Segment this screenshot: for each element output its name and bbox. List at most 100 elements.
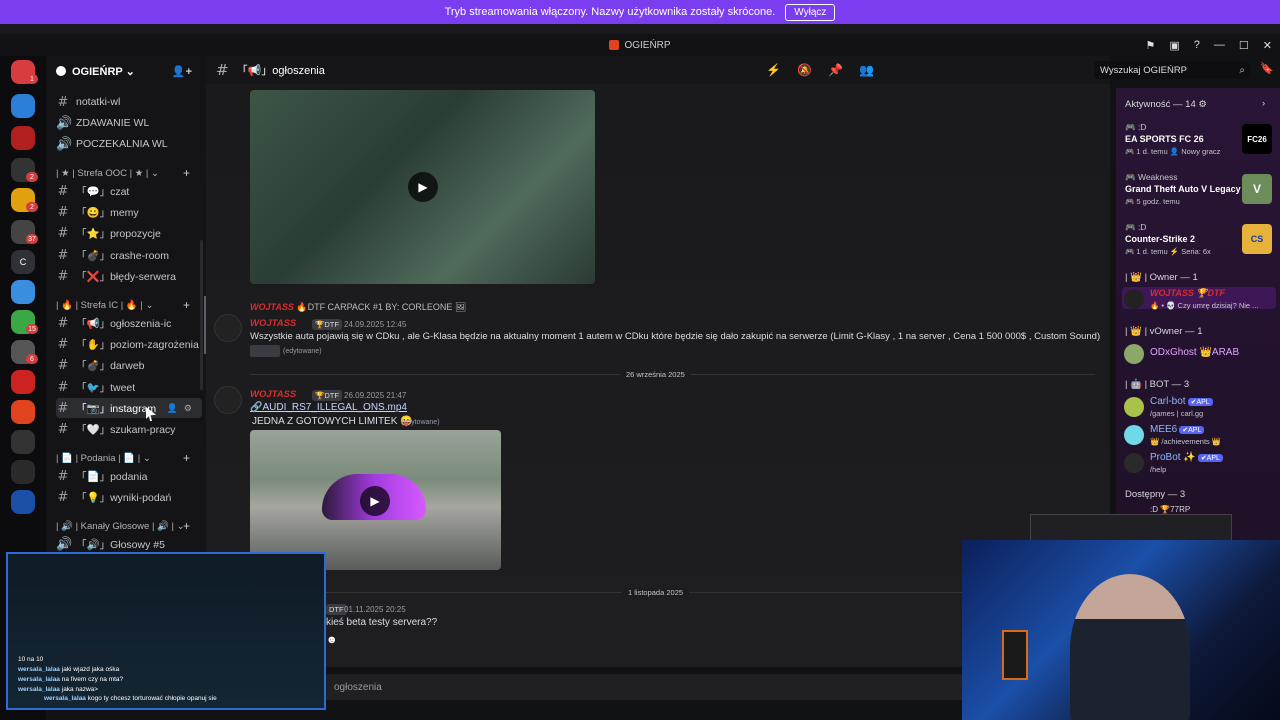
- channel-darweb[interactable]: # 「💣」darweb: [56, 355, 202, 375]
- search-input[interactable]: Wyszukaj OGIEŃRP ⌕: [1094, 61, 1250, 79]
- member-vowner[interactable]: ODxGhost 👑ARAB: [1122, 342, 1276, 364]
- role-tag: 🏆DTF: [312, 390, 342, 401]
- category-label: | ★ | Strefa OOC | ★ | ⌄: [56, 167, 159, 179]
- invite-icon[interactable]: 👤: [167, 403, 178, 414]
- channel-czat[interactable]: # 「💬」czat: [56, 181, 202, 201]
- channel-label: 「💡」wyniki-podań: [76, 491, 172, 504]
- add-channel-icon[interactable]: +: [183, 298, 190, 312]
- guild-header[interactable]: OGIEŃRP ⌄ 👤+: [46, 56, 206, 86]
- channel-glosowy-5[interactable]: 🔊 「🔊」Głosowy #5: [56, 534, 202, 554]
- hash-icon: #: [57, 268, 69, 284]
- video-attachment[interactable]: ▶: [250, 430, 501, 570]
- video-attachment[interactable]: ▶: [250, 90, 595, 284]
- member-bot[interactable]: ProBot ✨ ✔APL /help: [1122, 451, 1276, 474]
- invite-icon[interactable]: 👤+: [172, 65, 192, 78]
- threads-icon[interactable]: ⚡: [766, 63, 781, 77]
- member-owner[interactable]: WOJTASS 🏆DTF 🔥 • 💀 Czy umrę dzisiaj? Nie…: [1122, 287, 1276, 310]
- channel-crashe-room[interactable]: # 「💣」crashe-room: [56, 245, 202, 265]
- chevron-right-icon[interactable]: ›: [1262, 98, 1265, 109]
- hash-icon: #: [57, 183, 69, 199]
- members-icon[interactable]: 👥: [859, 63, 874, 77]
- avatar[interactable]: [214, 386, 242, 414]
- channel-propozycje[interactable]: # 「⭐」propozycje: [56, 223, 202, 243]
- channel-memy[interactable]: # 「😀」memy: [56, 202, 202, 222]
- avatar: [1124, 425, 1144, 445]
- channel-label: POCZEKALNIA WL: [76, 138, 168, 150]
- category-strefa-ic[interactable]: | 🔥 | Strefa IC | 🔥 | ⌄ +: [56, 297, 202, 313]
- server-badge: 15: [26, 324, 38, 334]
- channel-notatki-wl[interactable]: # notatki-wl: [56, 92, 202, 112]
- activity-card[interactable]: 🎮 :D Counter-Strike 2 🎮 1 d. temu ⚡ Seri…: [1122, 220, 1276, 264]
- message-text: JEDNA Z GOTOWYCH LIMITEK 😛: [252, 416, 413, 427]
- reply-text: 🔥DTF CARPACK #1 BY: CORLEONE 🖼: [296, 302, 467, 312]
- server-icon[interactable]: [11, 126, 35, 150]
- banner-text: Tryb streamowania włączony. Nazwy użytko…: [444, 6, 776, 18]
- member-bot[interactable]: MEE6 ✔APL 👑 /achievements 👑: [1122, 423, 1276, 446]
- server-icon[interactable]: [11, 400, 35, 424]
- mute-bell-icon[interactable]: 🔕: [797, 63, 812, 77]
- microphone-icon: [1002, 630, 1028, 680]
- member-name: ODxGhost 👑ARAB: [1150, 347, 1240, 358]
- channel-poziom-zagrozenia[interactable]: # 「✋」poziom-zagrożenia: [56, 334, 202, 354]
- channel-ogloszenia-ic[interactable]: # 「📢」ogłoszenia-ic: [56, 313, 202, 333]
- server-icon[interactable]: C: [11, 250, 35, 274]
- activity-card[interactable]: 🎮 :D EA SPORTS FC 26 🎮 1 d. temu 👤 Nowy …: [1122, 120, 1276, 164]
- member-bot[interactable]: Carl-bot ✔APL /games | carl.gg: [1122, 395, 1276, 418]
- channel-scrollbar[interactable]: [200, 240, 203, 390]
- pin-icon[interactable]: 📌: [828, 63, 843, 77]
- activity-card[interactable]: 🎮 Weakness Grand Theft Auto V Legacy 🎮 5…: [1122, 170, 1276, 214]
- server-badge: 2: [26, 172, 38, 182]
- server-badge: 1: [26, 74, 38, 84]
- play-icon[interactable]: ▶: [360, 486, 390, 516]
- hash-icon: #: [57, 421, 69, 437]
- channel-szukam-pracy[interactable]: # 「🤍」szukam-pracy: [56, 419, 202, 439]
- channel-wyniki-podan[interactable]: # 「💡」wyniki-podań: [56, 487, 202, 507]
- avatar[interactable]: [214, 314, 242, 342]
- hash-icon: #: [57, 489, 69, 505]
- inbox-icon[interactable]: ▣: [1169, 39, 1179, 52]
- add-channel-icon[interactable]: +: [183, 519, 190, 533]
- channel-poczekalnia-wl[interactable]: 🔊 POCZEKALNIA WL: [56, 134, 202, 154]
- server-icon[interactable]: [11, 460, 35, 484]
- avatar: [1124, 397, 1144, 417]
- file-attachment-link[interactable]: 🔗AUDI_RS7_ILLEGAL_ONS.mp4: [250, 402, 407, 413]
- channel-tweet[interactable]: # 「🐦」tweet: [56, 377, 202, 397]
- message-author[interactable]: WOJTASS: [250, 318, 296, 329]
- category-kanaly-glosowe[interactable]: | 🔊 | Kanały Głosowe | 🔊 | ⌄ +: [56, 518, 202, 534]
- activity-game: Counter-Strike 2: [1125, 234, 1196, 244]
- game-icon: V: [1242, 174, 1272, 204]
- close-button[interactable]: ✕: [1263, 39, 1272, 52]
- message-input-placeholder: ogłoszenia: [334, 681, 382, 693]
- chat-line: wersala_lalaa kogo ty chcesz torturować …: [44, 695, 217, 702]
- category-podania[interactable]: | 📄 | Podania | 📄 | ⌄ +: [56, 450, 202, 466]
- flag-icon[interactable]: ⚑: [1146, 39, 1156, 52]
- edited-label: (edytowane): [401, 419, 440, 426]
- minimize-button[interactable]: —: [1214, 39, 1225, 51]
- server-icon[interactable]: [11, 430, 35, 454]
- message-text: kieś beta testy servera??: [326, 617, 438, 628]
- reaction-icon[interactable]: ☻: [326, 634, 338, 646]
- add-channel-icon[interactable]: +: [183, 451, 190, 465]
- server-icon[interactable]: [11, 370, 35, 394]
- server-icon[interactable]: [11, 280, 35, 304]
- hash-icon: #: [57, 315, 69, 331]
- category-strefa-ooc[interactable]: | ★ | Strefa OOC | ★ | ⌄ +: [56, 165, 202, 181]
- help-icon[interactable]: ?: [1194, 39, 1200, 51]
- play-icon[interactable]: ▶: [408, 172, 438, 202]
- channel-podania[interactable]: # 「📄」podania: [56, 466, 202, 486]
- gear-icon[interactable]: ⚙: [184, 403, 192, 414]
- bookmark-icon[interactable]: 🔖: [1260, 62, 1274, 75]
- add-channel-icon[interactable]: +: [183, 166, 190, 180]
- channel-bledy-serwera[interactable]: # 「❌」błędy-serwera: [56, 266, 202, 286]
- category-label: | 🔥 | Strefa IC | 🔥 | ⌄: [56, 299, 154, 311]
- hash-icon: #: [57, 204, 69, 220]
- reply-preview[interactable]: WOJTASS 🔥DTF CARPACK #1 BY: CORLEONE 🖼: [250, 302, 466, 313]
- server-icon[interactable]: [11, 490, 35, 514]
- disable-streaming-button[interactable]: Wyłącz: [785, 3, 836, 21]
- channel-zdawanie-wl[interactable]: 🔊 ZDAWANIE WL: [56, 113, 202, 133]
- maximize-button[interactable]: ☐: [1239, 39, 1249, 52]
- server-icon[interactable]: [11, 94, 35, 118]
- message-author[interactable]: WOJTASS: [250, 389, 296, 400]
- avatar: [1124, 289, 1144, 309]
- channel-instagram[interactable]: # 「📷」instagram 👤 ⚙: [56, 398, 202, 418]
